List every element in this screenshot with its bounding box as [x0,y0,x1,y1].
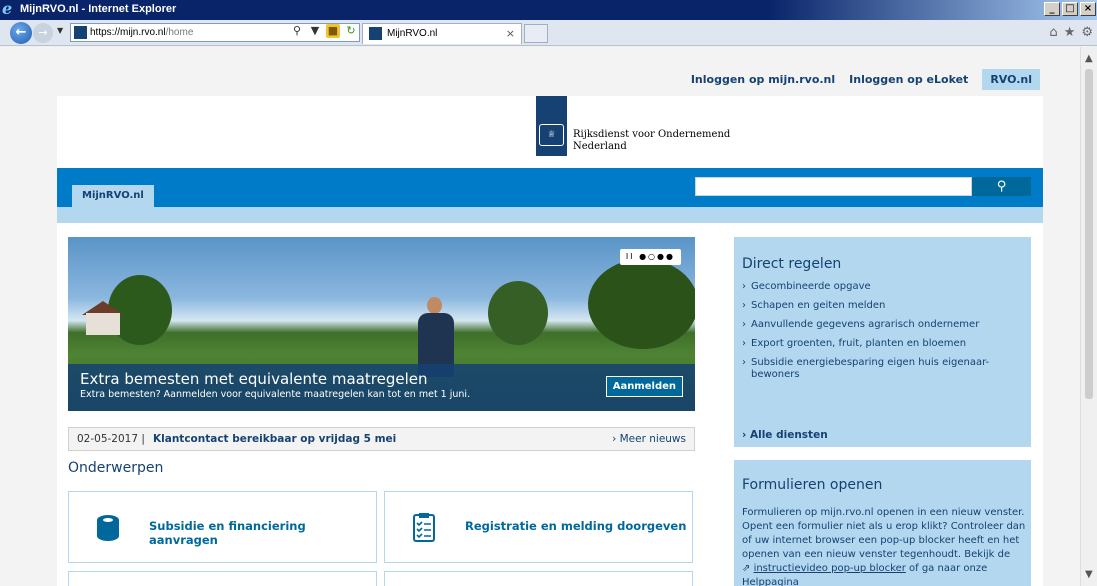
search-icon: ⚲ [996,179,1007,194]
login-eloket-link[interactable]: Inloggen op eLoket [849,73,968,86]
formulieren-panel: Formulieren openen Formulieren op mijn.r… [734,460,1031,586]
login-mijn-rvo-link[interactable]: Inloggen op mijn.rvo.nl [691,73,835,86]
external-link-icon: ⇗ [742,563,754,574]
news-date: 02-05-2017 | [77,433,145,445]
history-dropdown-icon[interactable]: ▼ [57,26,63,35]
favorites-star-icon[interactable]: ★ [1064,25,1076,40]
chevron-right-icon: › [742,319,746,330]
rvo-nl-link[interactable]: RVO.nl [982,69,1040,90]
lock-icon[interactable]: ■ [326,24,340,38]
nav-subbar [57,207,1043,223]
chevron-right-icon: › [742,281,746,292]
refresh-icon[interactable]: ↻ [344,24,358,38]
tab-label: MijnRVO.nl [387,28,438,39]
scroll-down-icon[interactable]: ▼ [1085,569,1093,580]
vertical-scrollbar[interactable]: ▲ ▼ [1080,47,1097,586]
logo-wordmark: Rijksdienst voor Ondernemend Nederland [573,129,731,152]
chevron-right-icon: › [742,357,746,368]
page-container: ♕ Rijksdienst voor Ondernemend Nederland… [57,96,1043,586]
card-subsidie-label: Subsidie en financiering aanvragen [149,519,306,547]
list-item[interactable]: › Schapen en geiten melden [742,300,1022,312]
aanmelden-button[interactable]: Aanmelden [605,376,683,397]
home-icon[interactable]: ⌂ [1049,25,1057,40]
news-title-link[interactable]: Klantcontact bereikbaar op vrijdag 5 mei [153,433,396,445]
window-title: MijnRVO.nl - Internet Explorer [20,3,177,15]
tab-close-icon[interactable]: × [506,27,515,40]
window-titlebar: e MijnRVO.nl - Internet Explorer _ □ × [0,0,1097,20]
search-button[interactable]: ⚲ [972,177,1031,196]
list-item[interactable]: › Export groenten, fruit, planten en bloe… [742,338,1022,350]
browser-toolbar: ← → ▼ https://mijn.rvo.nl/home ⚲ ▼ ■ ↻ M… [0,20,1097,46]
top-login-links: Inloggen op mijn.rvo.nl Inloggen op eLok… [691,69,1040,90]
helppagina-link[interactable]: Helppagina [742,577,799,586]
address-bar-actions: ⚲ ▼ ■ ↻ [290,24,358,38]
close-window-button[interactable]: × [1080,2,1096,16]
hero-image-tree [488,281,548,345]
maximize-button[interactable]: □ [1062,2,1078,16]
card-subsidie[interactable]: Subsidie en financiering aanvragen [68,491,377,563]
address-dropdown-icon[interactable]: ▼ [308,24,322,38]
hero-carousel[interactable]: II ●○●● Extra bemesten met equivalente m… [68,237,695,411]
window-controls: _ □ × [1044,2,1096,16]
new-tab-button[interactable] [524,24,548,43]
card-placeholder[interactable] [68,571,377,586]
scroll-up-icon[interactable]: ▲ [1085,53,1093,64]
browser-tab[interactable]: MijnRVO.nl × [362,23,522,44]
list-item[interactable]: › Gecombineerde opgave [742,281,1022,293]
direct-regelen-heading: Direct regelen [742,256,842,272]
chevron-right-icon: › [742,338,746,349]
clipboard-checklist-icon [413,513,435,542]
settings-gear-icon[interactable]: ⚙ [1081,25,1093,40]
tab-favicon [369,27,382,40]
chevron-right-icon: › [612,433,620,445]
search-icon[interactable]: ⚲ [290,24,304,38]
alle-diensten-link[interactable]: › Alle diensten [742,429,828,441]
news-bar: 02-05-2017 | Klantcontact bereikbaar op … [68,427,695,451]
onderwerpen-heading: Onderwerpen [68,460,164,476]
hero-image-house [86,313,120,335]
address-url[interactable]: https://mijn.rvo.nl/home [90,27,193,38]
list-item[interactable]: › Subsidie energiebesparing eigen huis ei… [742,357,1022,381]
browser-right-icons: ⌂ ★ ⚙ [1049,25,1093,40]
chevron-right-icon: › [742,429,750,441]
meer-nieuws-link[interactable]: › Meer nieuws [612,433,686,445]
formulieren-text: Formulieren op mijn.rvo.nl openen in een… [742,507,1026,586]
minimize-button[interactable]: _ [1044,2,1060,16]
card-registratie[interactable]: Registratie en melding doorgeven [384,491,693,563]
card-placeholder[interactable] [384,571,693,586]
nav-tab-mijnrvo[interactable]: MijnRVO.nl [72,185,154,207]
scroll-thumb[interactable] [1085,69,1093,399]
rijkslogo-mark: ♕ [536,96,567,156]
carousel-controls[interactable]: II ●○●● [619,249,681,265]
back-button[interactable]: ← [10,22,32,44]
list-item[interactable]: › Aanvullende gegevens agrarisch ondernem… [742,319,1022,331]
site-favicon [74,26,87,39]
formulieren-heading: Formulieren openen [742,477,883,493]
hero-caption: Extra bemesten met equivalente maatregel… [68,364,695,411]
hero-subtext: Extra bemesten? Aanmelden voor equivalen… [80,389,471,400]
main-nav-bar: MijnRVO.nl ⚲ [57,168,1043,207]
direct-regelen-list: › Gecombineerde opgave › Schapen en geiten… [742,281,1022,388]
hero-heading[interactable]: Extra bemesten met equivalente maatregel… [80,370,428,388]
search-input[interactable] [695,177,972,196]
direct-regelen-panel: Direct regelen › Gecombineerde opgave › Sc… [734,237,1031,447]
chevron-right-icon: › [742,300,746,311]
hero-image-tree [588,259,695,349]
crest-icon: ♕ [539,124,564,146]
coins-icon [97,515,119,541]
card-registratie-label: Registratie en melding doorgeven [465,519,687,533]
forward-button[interactable]: → [33,23,53,43]
internet-explorer-icon: e [2,0,13,18]
instructievideo-link[interactable]: instructievideo pop-up blocker [754,563,906,574]
page-viewport: Inloggen op mijn.rvo.nl Inloggen op eLok… [0,47,1080,586]
